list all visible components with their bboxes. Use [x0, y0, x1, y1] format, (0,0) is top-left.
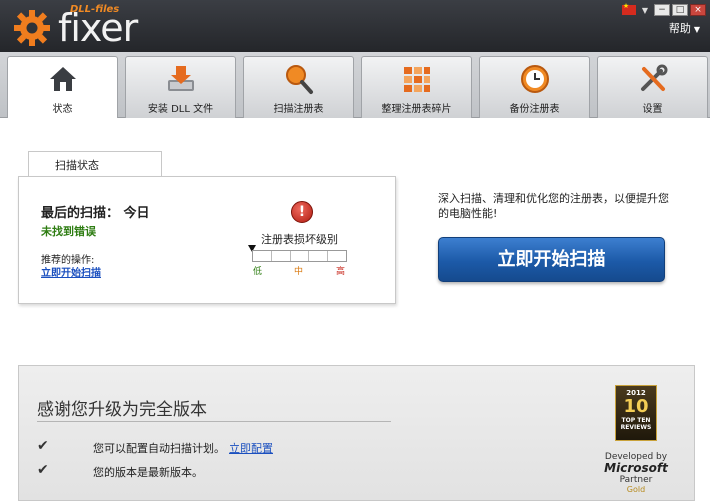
- tab-install-dll[interactable]: 安装 DLL 文件: [125, 56, 236, 118]
- award-number: 10: [623, 396, 649, 417]
- partner-line2: Microsoft: [604, 461, 668, 475]
- tab-label: 整理注册表碎片: [381, 104, 452, 115]
- maximize-button[interactable]: □: [672, 4, 688, 16]
- checkmark-icon: ✔: [37, 462, 49, 478]
- tab-defrag-registry[interactable]: 整理注册表碎片: [361, 56, 472, 118]
- minimize-button[interactable]: −: [654, 4, 670, 16]
- app-logo: DLL-files fixer: [12, 4, 142, 50]
- tab-label: 扫描注册表: [273, 104, 324, 115]
- award-caption: TOP TEN REVIEWS: [620, 417, 652, 431]
- magnifier-icon: [285, 65, 313, 94]
- level-medium: 中: [294, 267, 304, 277]
- language-dropdown-icon[interactable]: ▼: [642, 6, 648, 15]
- defrag-icon: [403, 67, 430, 92]
- gear-logo-icon: [14, 10, 50, 46]
- tab-label: 状态: [52, 104, 73, 115]
- tab-label: 安装 DLL 文件: [147, 104, 214, 115]
- tab-label: 设置: [642, 104, 663, 115]
- tools-icon: [640, 64, 667, 91]
- chevron-down-icon: ▼: [693, 25, 700, 34]
- window-controls: ▼ − □ ×: [621, 2, 706, 16]
- home-icon: [49, 67, 76, 91]
- close-button[interactable]: ×: [690, 4, 706, 16]
- help-label: 帮助: [668, 22, 691, 35]
- tab-backup-registry[interactable]: 备份注册表: [479, 56, 590, 118]
- tab-label: 备份注册表: [509, 104, 560, 115]
- logo-wordmark: fixer: [58, 6, 138, 50]
- scan-status-box: 最后的扫描： 今日 未找到错误 推荐的操作: 立即开始扫描 ! 注册表损坏级别 …: [18, 176, 396, 304]
- last-scan-text: 最后的扫描： 今日: [41, 206, 150, 221]
- install-icon: [167, 66, 194, 91]
- level-high: 高: [336, 267, 346, 277]
- level-low: 低: [253, 267, 263, 277]
- scan-status-tab: 扫描状态: [28, 151, 162, 177]
- partner-line3: Partner: [619, 475, 653, 485]
- severity-label: 注册表损坏级别: [261, 233, 338, 246]
- language-flag-icon[interactable]: [621, 2, 636, 15]
- status-panel: 扫描状态 最后的扫描： 今日 未找到错误 推荐的操作: 立即开始扫描 ! 注册表…: [0, 118, 710, 501]
- partner-badge: Developed by Microsoft Partner Gold: [601, 452, 671, 495]
- promo-text: 深入扫描、清理和优化您的注册表，以便提升您的电脑性能!: [438, 192, 669, 220]
- severity-meter: [252, 250, 347, 262]
- main-tabs: 状态 安装 DLL 文件 扫描注册表 整理注册表碎片 备份注册表 设置: [0, 52, 710, 119]
- clock-icon: [520, 65, 549, 93]
- tab-scan-registry[interactable]: 扫描注册表: [243, 56, 354, 118]
- start-scan-link[interactable]: 立即开始扫描: [41, 264, 101, 279]
- start-scan-button[interactable]: 立即开始扫描: [438, 237, 665, 282]
- title-bar: DLL-files fixer ▼ − □ × 帮助▼: [0, 0, 710, 52]
- divider: [37, 421, 391, 422]
- partner-line4: Gold: [626, 485, 646, 494]
- upgrade-title: 感谢您升级为完全版本: [37, 400, 207, 420]
- feature-text: 您可以配置自动扫描计划。: [93, 442, 225, 455]
- upgrade-panel: 感谢您升级为完全版本 ✔ 您可以配置自动扫描计划。 立即配置 ✔ 您的版本是最新版…: [18, 365, 695, 501]
- help-menu[interactable]: 帮助 ▼: [669, 20, 700, 36]
- checkmark-icon: ✔: [37, 438, 49, 454]
- award-badge: 2012 10 TOP TEN REVIEWS: [615, 385, 657, 441]
- tab-status[interactable]: 状态: [7, 56, 118, 119]
- feature-text: 您的版本是最新版本。: [93, 466, 203, 479]
- alert-icon: !: [291, 201, 313, 223]
- tab-settings[interactable]: 设置: [597, 56, 708, 118]
- configure-now-link[interactable]: 立即配置: [229, 442, 273, 455]
- scan-result-text: 未找到错误: [41, 225, 96, 238]
